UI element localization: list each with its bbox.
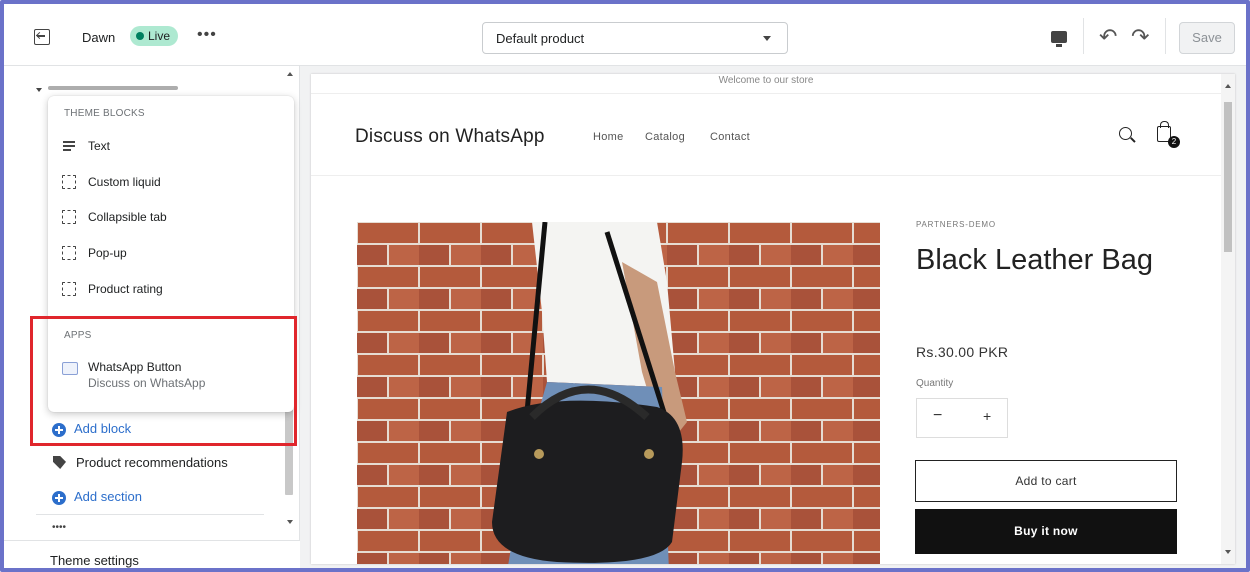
scroll-down-icon[interactable] — [1225, 550, 1231, 554]
store-logo-text[interactable]: Discuss on WhatsApp — [355, 126, 545, 148]
live-status-badge: Live — [130, 26, 179, 46]
nav-link-catalog[interactable]: Catalog — [645, 131, 685, 143]
scroll-up-icon[interactable] — [287, 72, 293, 76]
add-section-icon[interactable] — [52, 491, 66, 505]
exit-icon[interactable] — [34, 29, 50, 45]
template-select[interactable]: Default product — [482, 22, 788, 54]
toolbar-divider — [1165, 18, 1166, 54]
block-option-label: Collapsible tab — [88, 210, 167, 224]
product-photo — [357, 222, 880, 564]
quantity-label: Quantity — [916, 378, 954, 389]
desktop-preview-icon[interactable] — [1051, 31, 1067, 47]
announcement-bar: Welcome to our store — [311, 74, 1221, 94]
theme-settings-bar: Theme settings — [4, 540, 300, 568]
chevron-down-icon — [36, 88, 42, 92]
block-option-label: Pop-up — [88, 246, 127, 260]
buy-it-now-button[interactable]: Buy it now — [915, 509, 1177, 554]
collapsed-section-header[interactable] — [36, 86, 186, 92]
block-option-label: Product rating — [88, 282, 163, 296]
product-vendor: PARTNERS-DEMO — [916, 220, 996, 229]
scrollbar-thumb[interactable] — [1224, 102, 1232, 252]
template-select-value: Default product — [496, 31, 585, 46]
search-icon[interactable] — [1119, 127, 1132, 140]
highlight-box — [30, 316, 297, 446]
quantity-stepper[interactable]: − + — [916, 398, 1008, 438]
theme-name: Dawn — [82, 30, 116, 45]
quantity-minus-button[interactable]: − — [933, 407, 942, 425]
block-option-product-rating[interactable]: Product rating — [62, 279, 282, 301]
block-icon — [62, 175, 76, 189]
footer-section-handle[interactable]: •••• — [52, 522, 66, 533]
toolbar-divider — [1083, 18, 1084, 54]
chevron-down-icon — [763, 36, 771, 41]
quantity-plus-button[interactable]: + — [983, 408, 991, 424]
block-icon — [62, 282, 76, 296]
text-icon — [62, 139, 76, 153]
cart-count-badge: 2 — [1168, 136, 1180, 148]
sidebar-item-product-recommendations[interactable]: Product recommendations — [76, 455, 228, 470]
nav-link-home[interactable]: Home — [593, 131, 624, 143]
undo-icon[interactable]: ↶ — [1099, 26, 1117, 48]
scroll-down-icon[interactable] — [287, 520, 293, 524]
block-icon — [62, 210, 76, 224]
block-option-popup[interactable]: Pop-up — [62, 243, 282, 265]
live-badge-label: Live — [148, 29, 171, 43]
more-actions-button[interactable]: ••• — [197, 26, 217, 44]
product-price: Rs.30.00 PKR — [916, 344, 1009, 360]
app-window: Dawn Live ••• Default product ↶ ↷ Save T… — [0, 0, 1250, 572]
product-image[interactable] — [357, 222, 880, 564]
editor-topbar: Dawn Live ••• Default product ↶ ↷ Save — [4, 4, 1246, 66]
sections-sidebar: THEME BLOCKS Text Custom liquid Collapsi… — [4, 66, 300, 568]
save-button[interactable]: Save — [1179, 22, 1235, 54]
tag-icon — [53, 456, 66, 469]
block-option-label: Text — [88, 139, 111, 153]
add-block-button[interactable]: Add block — [74, 421, 131, 436]
theme-settings-button[interactable]: Theme settings — [50, 553, 139, 568]
redo-icon[interactable]: ↷ — [1131, 26, 1149, 48]
store-header: Discuss on WhatsApp Home Catalog Contact… — [311, 94, 1221, 176]
block-icon — [62, 246, 76, 260]
block-option-custom-liquid[interactable]: Custom liquid — [62, 172, 282, 194]
section-title-cut — [48, 86, 178, 90]
sidebar-divider — [36, 514, 264, 515]
storefront-preview: Welcome to our store Discuss on WhatsApp… — [311, 74, 1235, 564]
live-dot-icon — [136, 32, 144, 40]
add-block-icon[interactable] — [52, 423, 66, 437]
block-option-label: Custom liquid — [88, 175, 161, 189]
scroll-up-icon[interactable] — [1225, 84, 1231, 88]
block-option-text[interactable]: Text — [62, 136, 282, 158]
block-option-collapsible-tab[interactable]: Collapsible tab — [62, 207, 282, 229]
nav-link-contact[interactable]: Contact — [710, 131, 750, 143]
add-to-cart-button[interactable]: Add to cart — [915, 460, 1177, 502]
theme-blocks-heading: THEME BLOCKS — [64, 108, 145, 119]
add-section-button[interactable]: Add section — [74, 489, 142, 504]
product-title: Black Leather Bag — [916, 244, 1153, 276]
preview-scrollbar[interactable] — [1221, 74, 1235, 564]
